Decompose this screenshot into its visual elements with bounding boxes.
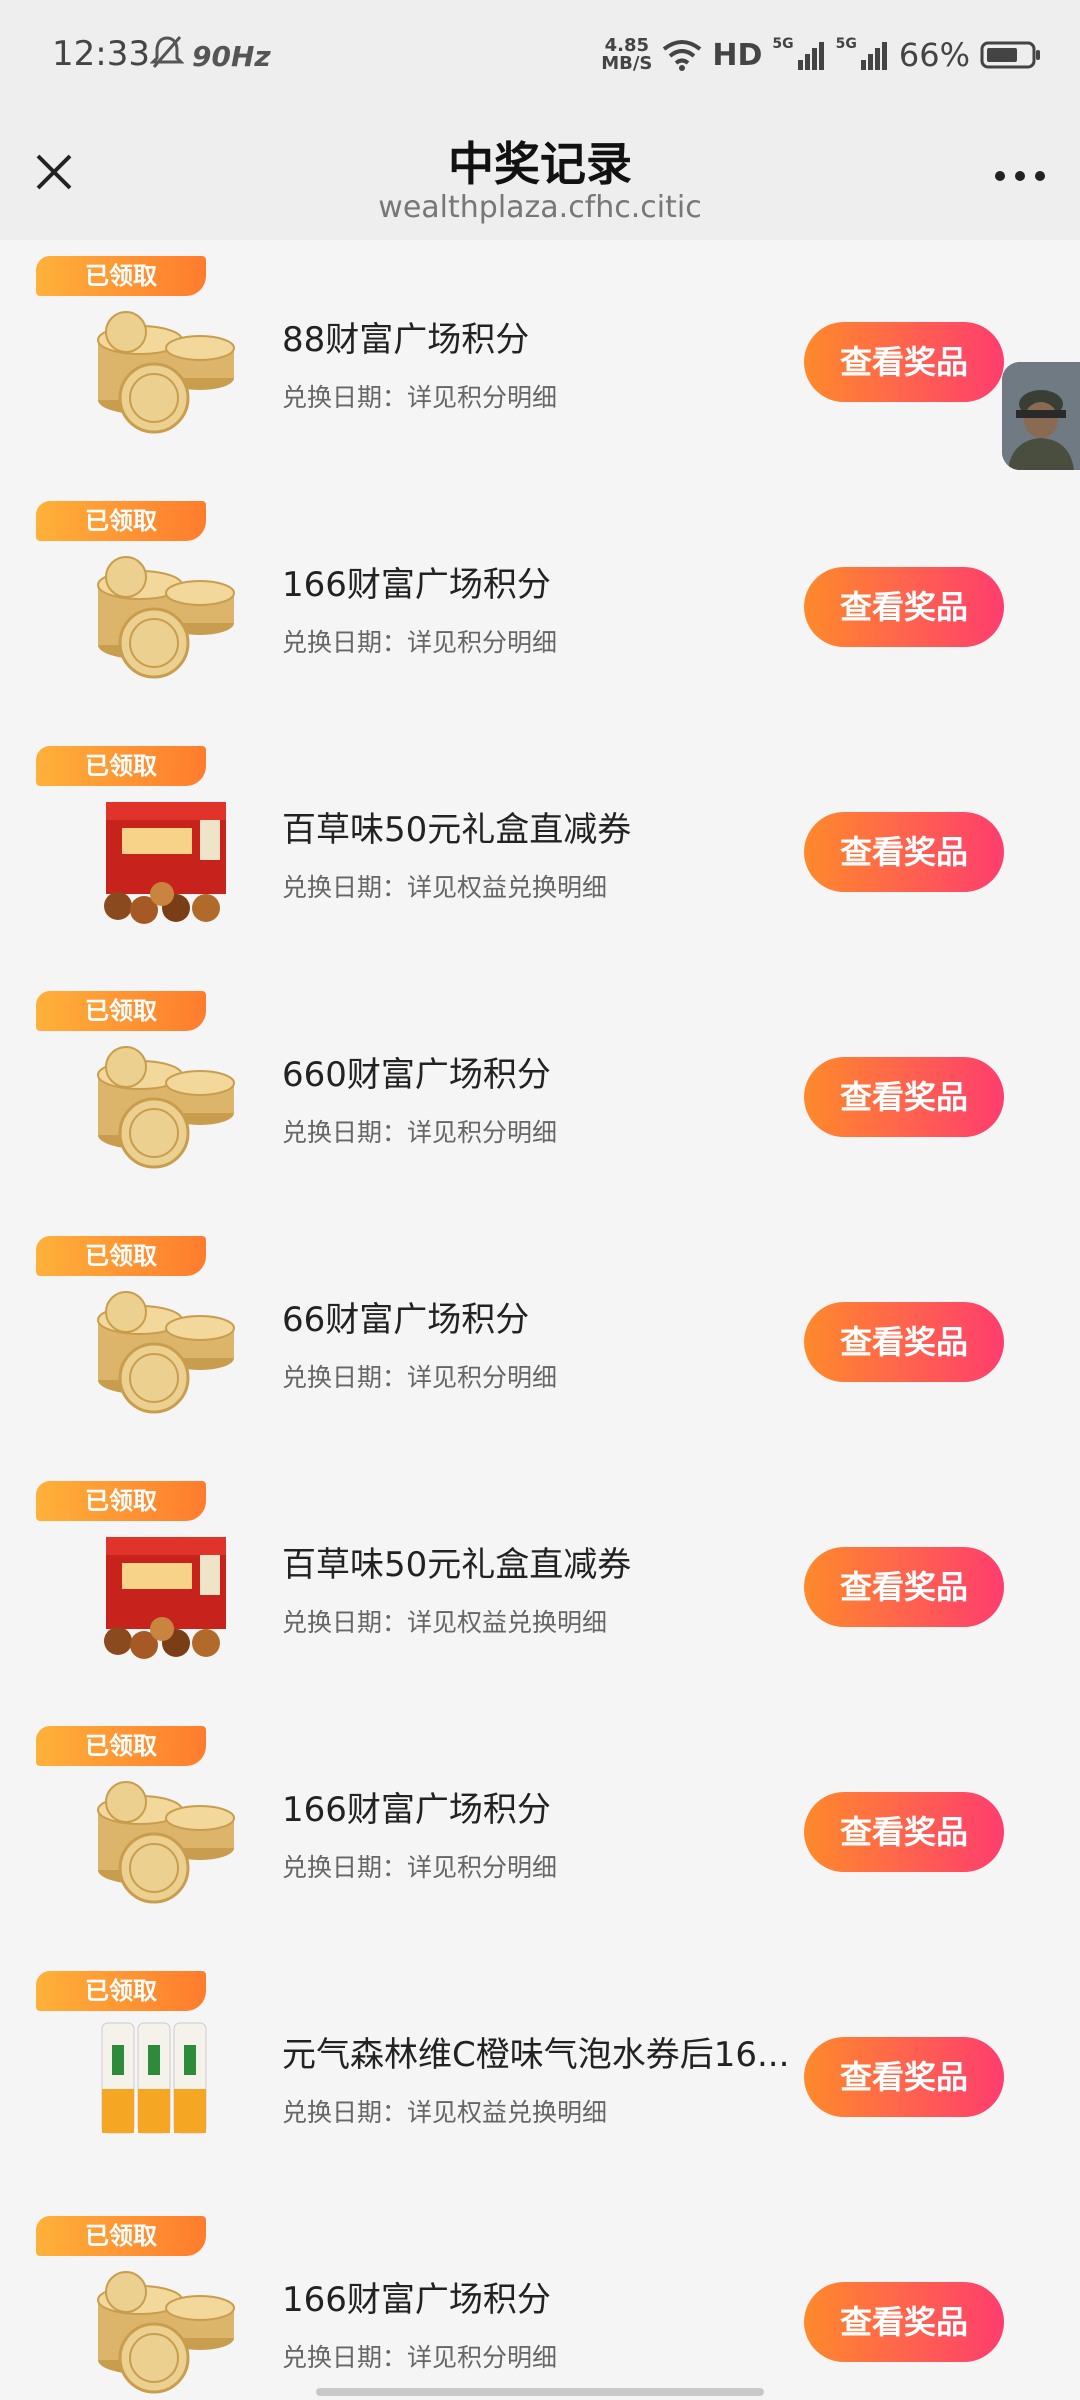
hd-indicator: HD: [712, 37, 763, 73]
claimed-badge: 已领取: [36, 1971, 206, 2011]
status-bar: 12:33 90Hz 4.85 MB/S HD 5G 5G 66%: [0, 0, 1080, 108]
claimed-badge: 已领取: [36, 1726, 206, 1766]
redeem-date: 兑换日期：详见积分明细: [282, 628, 558, 657]
signal-icon: [797, 42, 824, 70]
prize-title: 660财富广场积分: [282, 1055, 551, 1095]
view-prize-button[interactable]: 查看奖品: [804, 567, 1004, 647]
claimed-badge: 已领取: [36, 1481, 206, 1521]
prize-item[interactable]: 已领取 百草味50元礼盒直减券 兑换日期：详见权益兑换明细 查看奖品: [0, 1465, 1080, 1710]
prize-item[interactable]: 已领取 66财富广场积分 兑换日期：详见积分明细 查看奖品: [0, 1220, 1080, 1465]
prize-title: 百草味50元礼盒直减券: [282, 1545, 632, 1585]
prize-title: 166财富广场积分: [282, 565, 551, 605]
prize-title: 66财富广场积分: [282, 1300, 530, 1340]
prize-title: 166财富广场积分: [282, 2280, 551, 2320]
battery-percent: 66%: [898, 36, 970, 74]
view-prize-button[interactable]: 查看奖品: [804, 2037, 1004, 2117]
battery-icon: [980, 41, 1040, 69]
claimed-badge: 已领取: [36, 1236, 206, 1276]
prize-item[interactable]: 已领取 百草味50元礼盒直减券 兑换日期：详见权益兑换明细 查看奖品: [0, 730, 1080, 975]
prize-title: 元气森林维C橙味气泡水券后16...: [282, 2035, 790, 2075]
prize-item[interactable]: 已领取 166财富广场积分 兑换日期：详见积分明细 查看奖品: [0, 1710, 1080, 1955]
mute-bell-icon: [150, 36, 184, 68]
prize-title: 88财富广场积分: [282, 320, 530, 360]
status-right: 4.85 MB/S HD 5G 5G 66%: [601, 30, 1042, 80]
redeem-date: 兑换日期：详见积分明细: [282, 1118, 558, 1147]
soldier-avatar-icon: [1002, 362, 1080, 470]
home-indicator[interactable]: [316, 2388, 764, 2396]
more-options-icon[interactable]: [994, 170, 1046, 182]
prize-record-list: 已领取 88财富广场积分 兑换日期：详见积分明细 查看奖品 已领取 166财富广…: [0, 240, 1080, 2400]
gift-box-icon: [82, 790, 250, 930]
view-prize-button[interactable]: 查看奖品: [804, 1302, 1004, 1382]
network-type-1: 5G: [772, 36, 794, 52]
prize-title: 百草味50元礼盒直减券: [282, 810, 632, 850]
floating-game-avatar[interactable]: [1002, 362, 1080, 470]
network-type-2: 5G: [835, 36, 857, 52]
claimed-badge: 已领取: [36, 501, 206, 541]
drink-cans-icon: [82, 2015, 250, 2155]
page-domain: wealthplaza.cfhc.citic: [378, 190, 702, 225]
view-prize-button[interactable]: 查看奖品: [804, 2282, 1004, 2362]
coins-icon: [82, 1035, 250, 1175]
signal-icon-2: [860, 42, 887, 70]
claimed-badge: 已领取: [36, 746, 206, 786]
prize-item[interactable]: 已领取 166财富广场积分 兑换日期：详见积分明细 查看奖品: [0, 2200, 1080, 2400]
claimed-badge: 已领取: [36, 2216, 206, 2256]
claimed-badge: 已领取: [36, 256, 206, 296]
claimed-badge: 已领取: [36, 991, 206, 1031]
coins-icon: [82, 545, 250, 685]
coins-icon: [82, 1770, 250, 1910]
view-prize-button[interactable]: 查看奖品: [804, 322, 1004, 402]
view-prize-button[interactable]: 查看奖品: [804, 1547, 1004, 1627]
status-time: 12:33: [52, 34, 150, 74]
redeem-date: 兑换日期：详见积分明细: [282, 1363, 558, 1392]
prize-item[interactable]: 已领取 元气森林维C橙味气泡水券后16... 兑换日期：详见权益兑换明细 查看奖…: [0, 1955, 1080, 2200]
nav-bar: 中奖记录 wealthplaza.cfhc.citic: [0, 108, 1080, 240]
view-prize-button[interactable]: 查看奖品: [804, 812, 1004, 892]
refresh-rate: 90Hz: [192, 40, 271, 73]
network-speed: 4.85 MB/S: [601, 37, 652, 73]
coins-icon: [82, 300, 250, 440]
redeem-date: 兑换日期：详见权益兑换明细: [282, 1608, 608, 1637]
coins-icon: [82, 1280, 250, 1420]
prize-item[interactable]: 已领取 88财富广场积分 兑换日期：详见积分明细 查看奖品: [0, 240, 1080, 485]
prize-title: 166财富广场积分: [282, 1790, 551, 1830]
redeem-date: 兑换日期：详见积分明细: [282, 2343, 558, 2372]
prize-item[interactable]: 已领取 166财富广场积分 兑换日期：详见积分明细 查看奖品: [0, 485, 1080, 730]
wifi-icon: [663, 40, 702, 71]
prize-item[interactable]: 已领取 660财富广场积分 兑换日期：详见积分明细 查看奖品: [0, 975, 1080, 1220]
speed-unit: MB/S: [601, 53, 653, 74]
page-title: 中奖记录: [448, 137, 632, 191]
view-prize-button[interactable]: 查看奖品: [804, 1792, 1004, 1872]
redeem-date: 兑换日期：详见积分明细: [282, 1853, 558, 1882]
redeem-date: 兑换日期：详见权益兑换明细: [282, 873, 608, 902]
redeem-date: 兑换日期：详见权益兑换明细: [282, 2098, 608, 2127]
redeem-date: 兑换日期：详见积分明细: [282, 383, 558, 412]
view-prize-button[interactable]: 查看奖品: [804, 1057, 1004, 1137]
coins-icon: [82, 2260, 250, 2400]
gift-box-icon: [82, 1525, 250, 1665]
